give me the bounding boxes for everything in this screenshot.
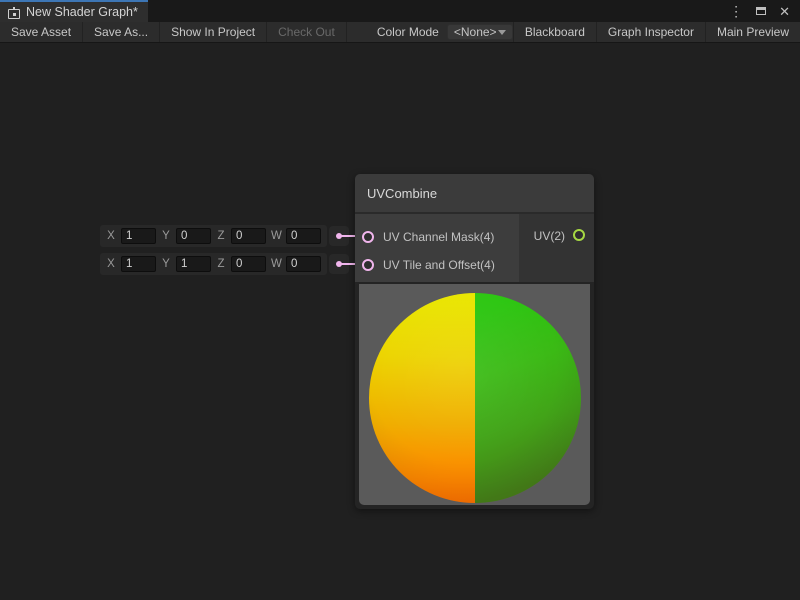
input-port-row-1: UV Channel Mask(4)	[355, 223, 519, 251]
vector2-output-port-icon[interactable]	[573, 229, 585, 241]
tab-title: New Shader Graph*	[26, 5, 138, 19]
window-titlebar: New Shader Graph* ⋮ ✕	[0, 0, 800, 22]
vector4-input-widget-2: X 1 Y 1 Z 0 W 0	[100, 253, 327, 275]
component-label-w: W	[271, 230, 281, 242]
color-mode-label: Color Mode	[377, 25, 447, 39]
node-header[interactable]: UVCombine	[355, 174, 594, 214]
vector4-input-port-icon[interactable]	[362, 231, 374, 243]
output-port-label: UV(2)	[534, 229, 565, 243]
check-out-button: Check Out	[267, 22, 347, 42]
uvcombine-node[interactable]: UVCombine UV Channel Mask(4) UV Tile and…	[355, 174, 594, 509]
component-label-y: Y	[161, 258, 171, 270]
show-in-project-button[interactable]: Show In Project	[160, 22, 267, 42]
node-output-panel: UV(2)	[519, 214, 594, 282]
chevron-down-icon	[498, 30, 506, 35]
save-asset-button[interactable]: Save Asset	[0, 22, 83, 42]
color-mode-value: <None>	[454, 25, 497, 39]
component-x-field[interactable]: 1	[121, 256, 156, 272]
component-label-y: Y	[161, 230, 171, 242]
document-tab[interactable]: New Shader Graph*	[0, 0, 148, 22]
node-input-panel: UV Channel Mask(4) UV Tile and Offset(4)	[355, 214, 519, 282]
vector4-input-port-icon[interactable]	[362, 259, 374, 271]
window-menu-icon[interactable]: ⋮	[729, 4, 743, 18]
component-label-z: Z	[216, 258, 226, 270]
maximize-icon[interactable]	[756, 7, 766, 15]
component-label-x: X	[106, 230, 116, 242]
blackboard-toggle-button[interactable]: Blackboard	[513, 22, 596, 42]
window-controls: ⋮ ✕	[729, 0, 800, 22]
component-label-x: X	[106, 258, 116, 270]
preview-surface	[359, 284, 590, 505]
component-w-field[interactable]: 0	[286, 228, 321, 244]
input-port-label: UV Tile and Offset(4)	[383, 258, 495, 272]
color-mode-dropdown[interactable]: <None>	[447, 24, 513, 40]
vector4-input-widget-1: X 1 Y 0 Z 0 W 0	[100, 225, 327, 247]
sphere-shading	[369, 293, 581, 503]
component-z-field[interactable]: 0	[231, 256, 266, 272]
input-port-label: UV Channel Mask(4)	[383, 230, 494, 244]
graph-canvas[interactable]: X 1 Y 0 Z 0 W 0 X 1 Y 1 Z 0 W 0 UVCombin…	[0, 43, 800, 600]
component-z-field[interactable]: 0	[231, 228, 266, 244]
component-w-field[interactable]: 0	[286, 256, 321, 272]
shader-graph-icon	[8, 7, 20, 18]
graph-inspector-toggle-button[interactable]: Graph Inspector	[596, 22, 705, 42]
preview-sphere	[369, 293, 581, 503]
shader-graph-toolbar: Save Asset Save As... Show In Project Ch…	[0, 22, 800, 43]
component-label-w: W	[271, 258, 281, 270]
component-label-z: Z	[216, 230, 226, 242]
toolbar-right-group: Blackboard Graph Inspector Main Preview	[513, 22, 800, 42]
close-icon[interactable]: ✕	[779, 5, 790, 18]
save-as-button[interactable]: Save As...	[83, 22, 160, 42]
node-preview	[355, 282, 594, 509]
component-y-field[interactable]: 1	[176, 256, 211, 272]
main-preview-toggle-button[interactable]: Main Preview	[705, 22, 800, 42]
component-x-field[interactable]: 1	[121, 228, 156, 244]
node-body: UV Channel Mask(4) UV Tile and Offset(4)…	[355, 214, 594, 282]
component-y-field[interactable]: 0	[176, 228, 211, 244]
node-title: UVCombine	[367, 186, 437, 201]
input-port-row-2: UV Tile and Offset(4)	[355, 251, 519, 279]
